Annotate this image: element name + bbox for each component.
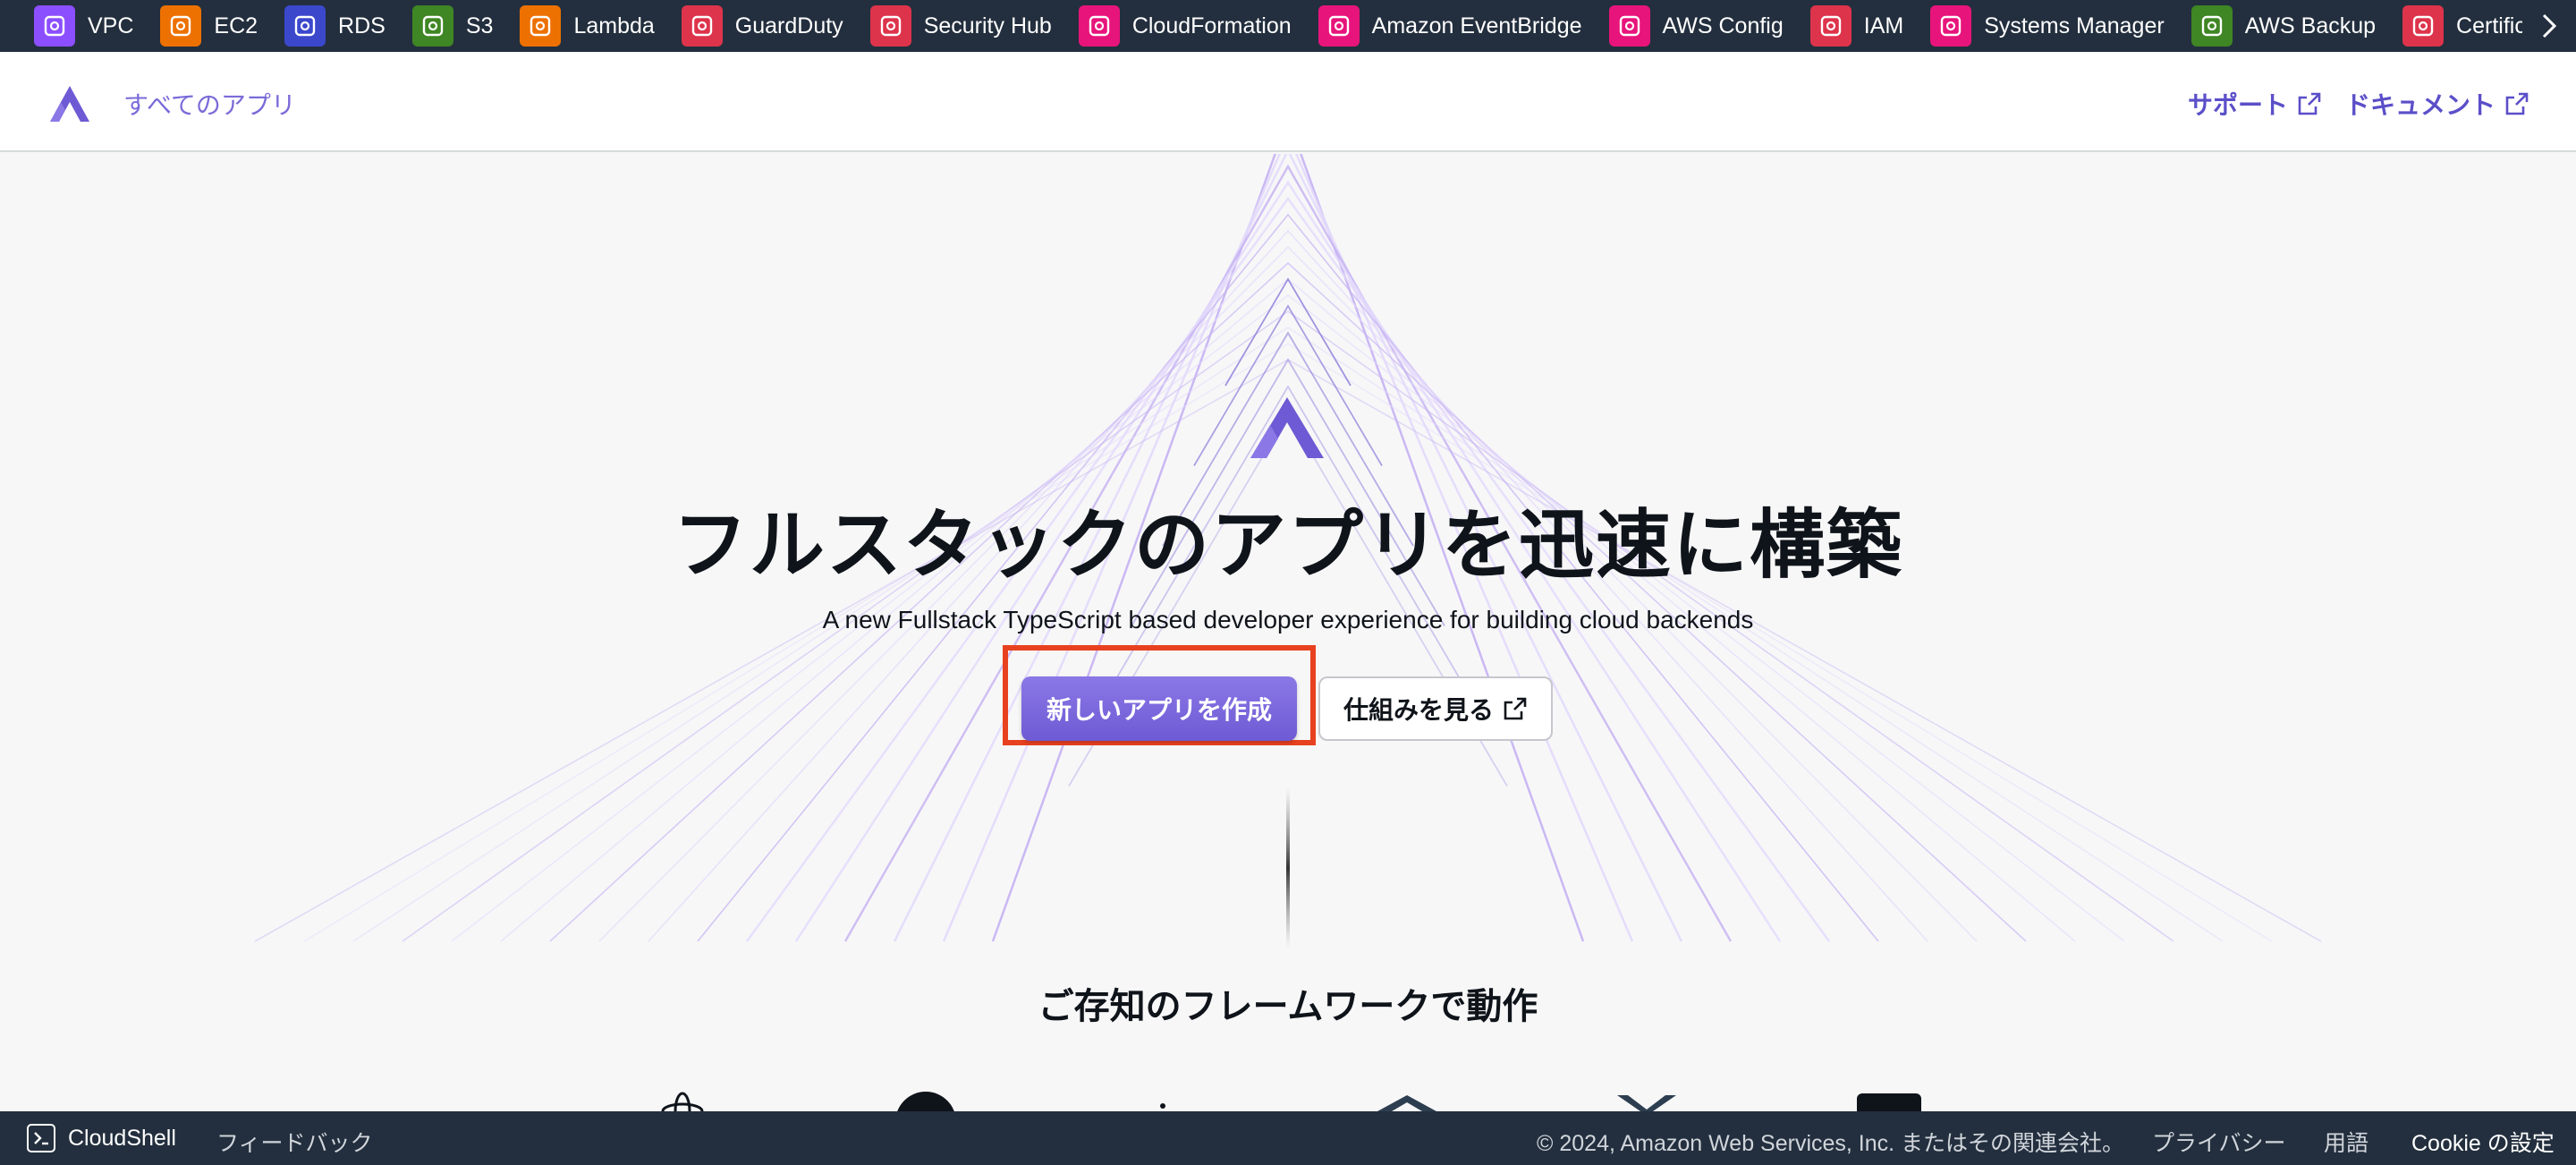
service-shortcut-aws-backup[interactable]: AWS Backup xyxy=(2190,0,2377,52)
vue-framework-icon xyxy=(1377,1095,1436,1111)
iam-icon xyxy=(1809,5,1852,47)
service-shortcut-label: Systems Manager xyxy=(1984,13,2165,38)
service-shortcut-systems-manager[interactable]: Systems Manager xyxy=(1930,0,2165,52)
service-shortcut-s3[interactable]: S3 xyxy=(411,0,494,52)
copyright-text: © 2024, Amazon Web Services, Inc. またはその関… xyxy=(1537,1131,2125,1156)
swift-framework-icon xyxy=(1857,1093,1921,1111)
all-apps-link[interactable]: すべてのアプリ xyxy=(123,86,296,122)
vpc-icon xyxy=(34,5,75,47)
certificate-manager-icon xyxy=(2402,5,2445,47)
aws-config-icon xyxy=(1608,5,1650,47)
terminal-icon xyxy=(27,1124,55,1152)
service-shortcut-bar: VPC EC2 RDS S3 Lambda GuardDuty Security Hub Cl… xyxy=(0,0,2576,52)
feedback-link[interactable]: フィードバック xyxy=(216,1126,373,1158)
aws-backup-icon xyxy=(2190,5,2233,47)
service-shortcut-label: VPC xyxy=(88,13,134,38)
documentation-link[interactable]: ドキュメント xyxy=(2345,86,2529,122)
app-header: すべてのアプリ サポート ドキュメント xyxy=(0,52,2576,152)
create-new-app-button[interactable]: 新しいアプリを作成 xyxy=(1021,676,1297,741)
lambda-icon xyxy=(520,5,562,47)
service-shortcut-label: GuardDuty xyxy=(734,13,843,38)
service-shortcut-label: Amazon EventBridge xyxy=(1371,13,1582,38)
eventbridge-icon xyxy=(1318,5,1360,47)
vertical-divider xyxy=(1286,787,1290,948)
privacy-link[interactable]: プライバシー xyxy=(2152,1126,2286,1158)
service-shortcut-guardduty[interactable]: GuardDuty xyxy=(681,0,843,52)
service-shortcut-label: AWS Backup xyxy=(2244,13,2377,38)
external-link-icon xyxy=(2298,92,2321,115)
service-shortcut-ec2[interactable]: EC2 xyxy=(160,0,258,52)
flutter-framework-icon xyxy=(1617,1095,1676,1111)
support-label: サポート xyxy=(2188,91,2289,119)
hero-title: フルスタックのアプリを迅速に構築 xyxy=(672,503,1903,587)
service-shortcut-label: RDS xyxy=(338,13,386,38)
ec2-icon xyxy=(160,5,202,47)
security-hub-icon xyxy=(869,5,911,47)
service-shortcut-iam[interactable]: IAM xyxy=(1809,0,1904,52)
service-shortcut-label: EC2 xyxy=(214,13,258,38)
service-shortcut-aws-config[interactable]: AWS Config xyxy=(1608,0,1784,52)
service-shortcut-label: IAM xyxy=(1863,13,1904,38)
console-footer: CloudShell フィードバック © 2024, Amazon Web Se… xyxy=(0,1111,2576,1165)
amplify-hero-logo xyxy=(1250,397,1324,458)
amplify-logo[interactable] xyxy=(48,84,91,123)
hero-section: フルスタックのアプリを迅速に構築 A new Fullstack TypeScr… xyxy=(0,154,2576,1111)
cloudshell-label: CloudShell xyxy=(68,1125,176,1151)
service-shortcut-label: CloudFormation xyxy=(1131,13,1292,38)
angular-framework-icon xyxy=(1160,1103,1165,1109)
see-how-it-works-button[interactable]: 仕組みを見る xyxy=(1318,676,1553,741)
service-shortcut-security-hub[interactable]: Security Hub xyxy=(869,0,1052,52)
hero-subtitle: A new Fullstack TypeScript based develop… xyxy=(822,606,1754,634)
systems-manager-icon xyxy=(1930,5,1972,47)
service-shortcut-label: S3 xyxy=(465,13,494,38)
cookie-settings-link[interactable]: Cookie の設定 xyxy=(2411,1126,2555,1158)
service-shortcut-rds[interactable]: RDS xyxy=(284,0,386,52)
s3-icon xyxy=(411,5,453,47)
scroll-right-button[interactable] xyxy=(2522,0,2576,52)
service-shortcut-cloudformation[interactable]: CloudFormation xyxy=(1078,0,1292,52)
see-how-it-works-label: 仕組みを見る xyxy=(1343,696,1494,724)
service-shortcut-label: Lambda xyxy=(573,13,655,38)
chevron-right-icon xyxy=(2542,13,2557,38)
rds-icon xyxy=(284,5,326,47)
external-link-icon xyxy=(1504,697,1527,720)
cloudformation-icon xyxy=(1078,5,1120,47)
external-link-icon xyxy=(2505,92,2529,115)
documentation-label: ドキュメント xyxy=(2345,91,2496,119)
terms-link[interactable]: 用語 xyxy=(2324,1126,2368,1158)
service-shortcut-label: Security Hub xyxy=(923,13,1052,38)
service-shortcut-eventbridge[interactable]: Amazon EventBridge xyxy=(1318,0,1582,52)
service-shortcut-lambda[interactable]: Lambda xyxy=(520,0,655,52)
service-shortcut-label: AWS Config xyxy=(1662,13,1784,38)
cloudshell-button[interactable]: CloudShell xyxy=(27,1124,176,1152)
guardduty-icon xyxy=(681,5,723,47)
react-framework-icon xyxy=(661,1092,704,1111)
service-shortcut-vpc[interactable]: VPC xyxy=(34,0,133,52)
support-link[interactable]: サポート xyxy=(2188,86,2322,122)
frameworks-heading: ご存知のフレームワークで動作 xyxy=(1038,987,1538,1026)
nextjs-framework-icon xyxy=(897,1092,954,1111)
